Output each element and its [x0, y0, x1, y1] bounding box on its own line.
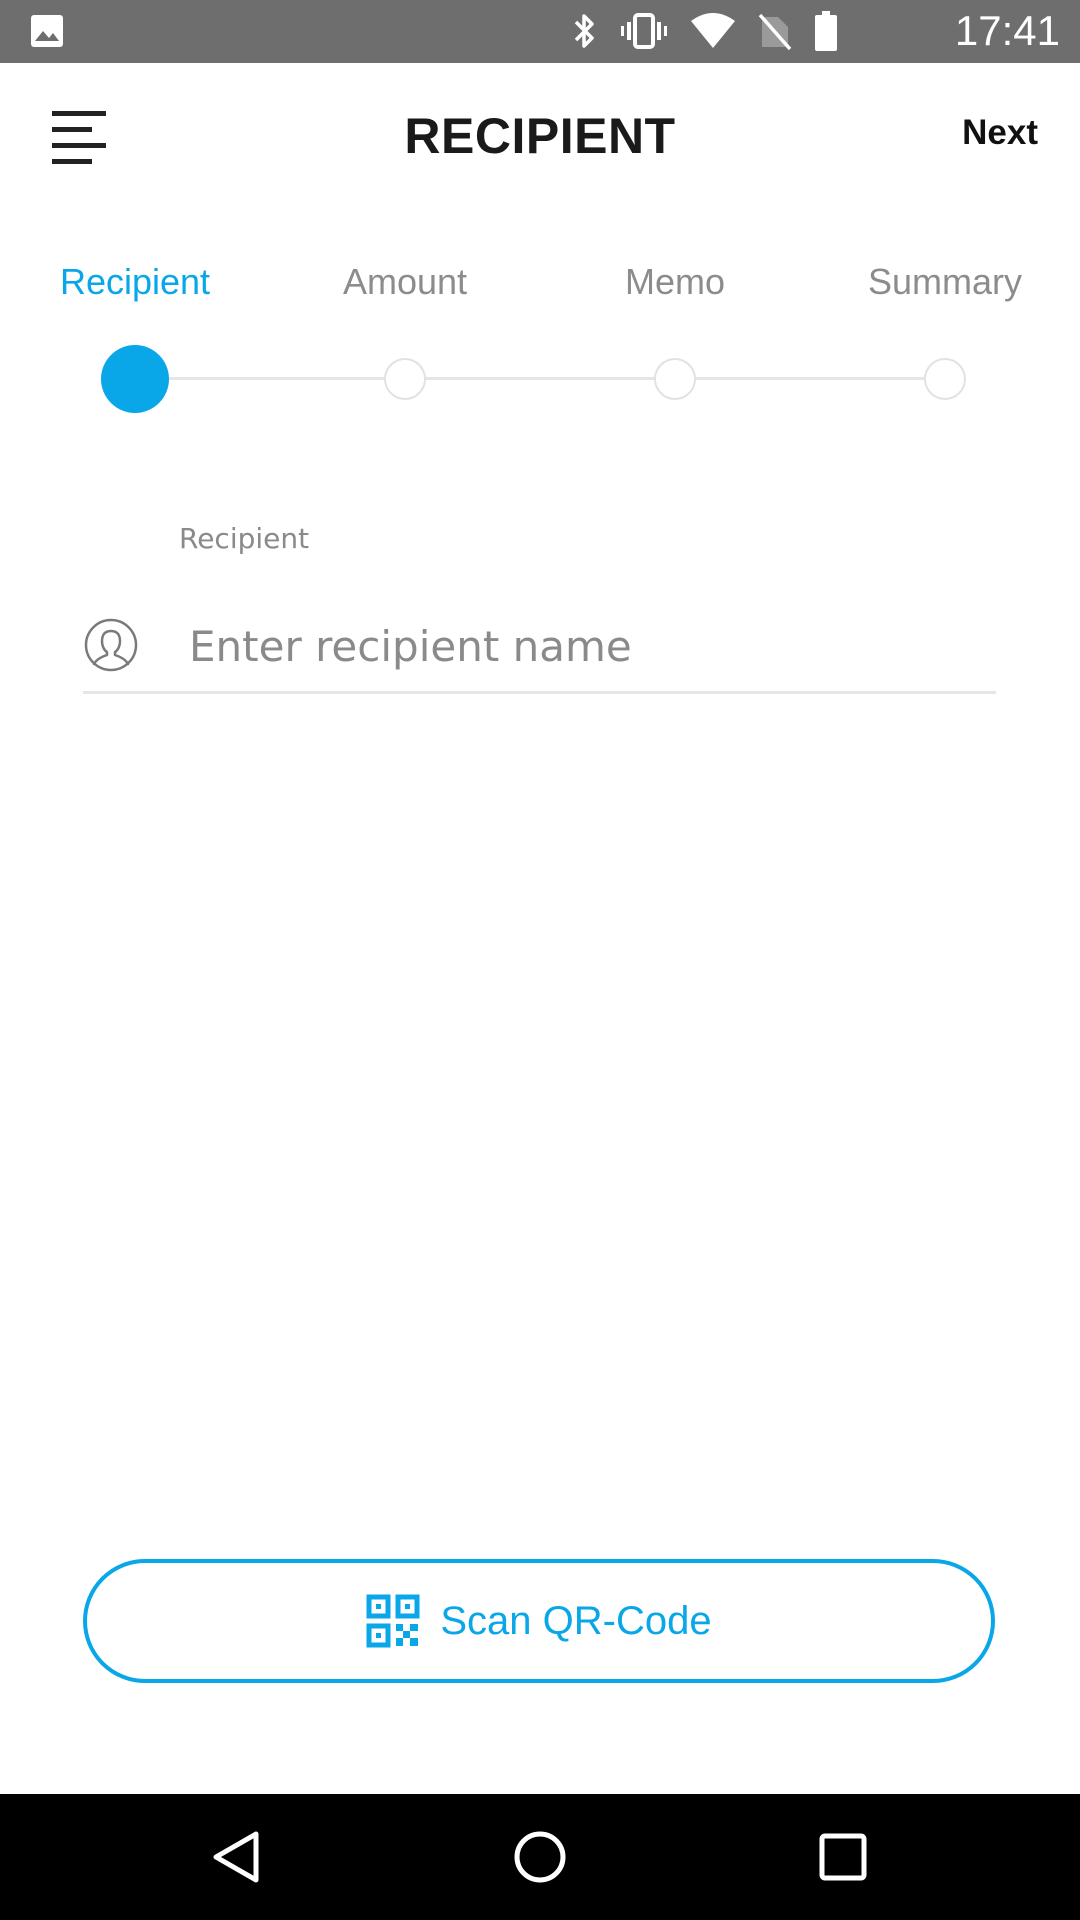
clock: 17:41 [954, 7, 1060, 54]
step-label-amount[interactable]: Amount [305, 261, 505, 303]
wifi-icon [691, 13, 735, 48]
app-bar: RECIPIENT Next [0, 63, 1080, 213]
home-icon[interactable] [510, 1827, 570, 1887]
stepper-track [135, 377, 945, 380]
page-title: RECIPIENT [404, 108, 676, 164]
battery-icon [815, 11, 837, 51]
recipient-input[interactable] [187, 605, 991, 687]
scan-qr-button[interactable]: Scan QR-Code [83, 1559, 995, 1683]
recipient-field-label: Recipient [179, 522, 310, 555]
step-label-summary[interactable]: Summary [845, 261, 1045, 303]
status-bar: 17:41 [0, 0, 1080, 63]
step-label-recipient[interactable]: Recipient [35, 261, 235, 303]
step-dot-recipient[interactable] [101, 345, 169, 413]
scan-qr-label: Scan QR-Code [440, 1598, 712, 1643]
navigation-bar [0, 1794, 1080, 1920]
step-label-memo[interactable]: Memo [575, 261, 775, 303]
step-dot-amount[interactable] [384, 358, 426, 400]
qr-code-icon [366, 1594, 420, 1648]
step-dot-memo[interactable] [654, 358, 696, 400]
person-icon [84, 618, 138, 672]
gallery-icon [31, 15, 63, 47]
recipient-field [83, 605, 996, 694]
next-button[interactable]: Next [962, 113, 1038, 153]
step-dot-summary[interactable] [924, 358, 966, 400]
recents-icon[interactable] [813, 1827, 873, 1887]
bluetooth-icon [574, 14, 594, 48]
no-sim-icon [758, 13, 792, 51]
back-icon[interactable] [206, 1827, 266, 1887]
vibrate-icon [621, 13, 667, 49]
stepper: Recipient Amount Memo Summary [0, 255, 1080, 435]
